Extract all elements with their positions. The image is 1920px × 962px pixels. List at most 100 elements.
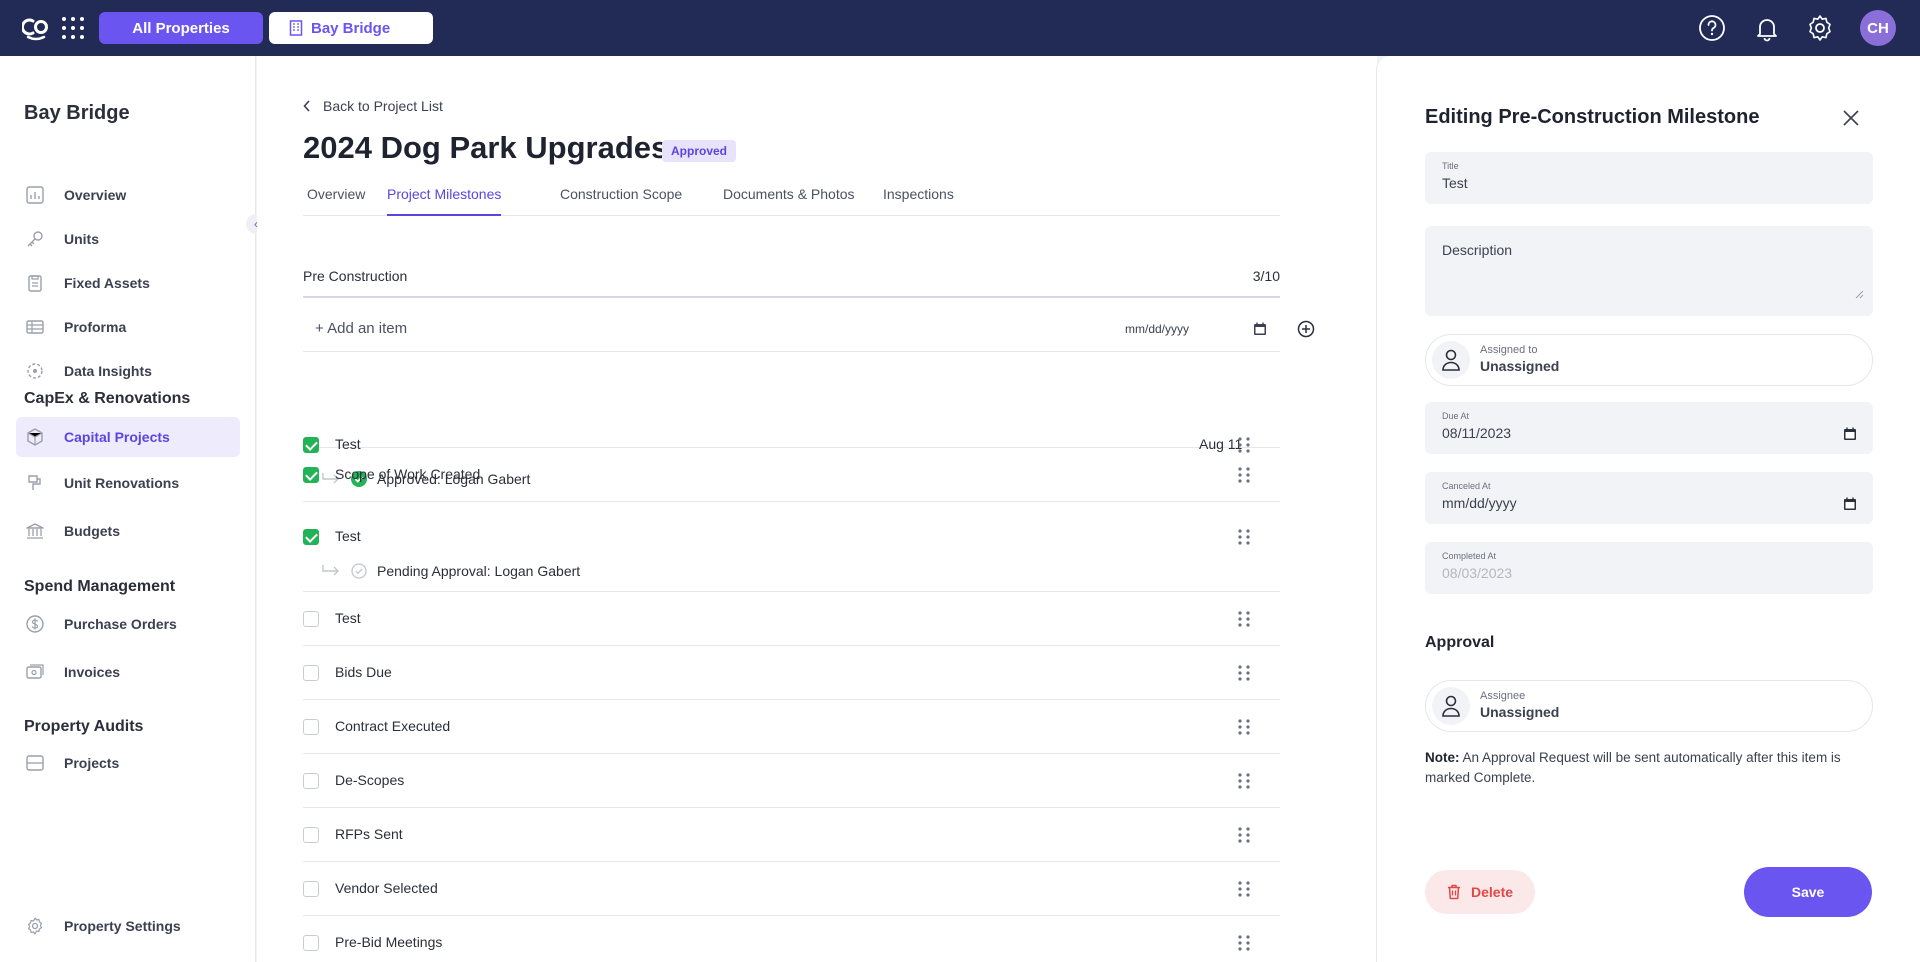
milestone-row[interactable]: Bids Due bbox=[303, 646, 1280, 700]
approval-section-title: Approval bbox=[1425, 634, 1495, 651]
milestone-checkbox[interactable] bbox=[303, 935, 319, 951]
drag-handle-icon[interactable] bbox=[1237, 466, 1251, 484]
assigned-to-selector[interactable]: Assigned to Unassigned bbox=[1425, 334, 1873, 386]
approval-assignee-selector[interactable]: Assignee Unassigned bbox=[1425, 680, 1873, 732]
sidebar-item-proforma[interactable]: Proforma bbox=[16, 307, 240, 347]
milestone-row[interactable]: RFPs Sent bbox=[303, 808, 1280, 862]
milestone-row[interactable]: Test Pending Approval: Logan Gabert bbox=[303, 502, 1280, 592]
sidebar-item-data-insights[interactable]: Data Insights bbox=[16, 351, 240, 391]
property-selector-button[interactable]: Bay Bridge bbox=[269, 12, 433, 44]
back-link[interactable]: Back to Project List bbox=[303, 98, 443, 114]
drag-handle-icon[interactable] bbox=[1237, 718, 1251, 736]
due-at-value: 08/11/2023 bbox=[1442, 425, 1512, 441]
notification-bell-icon[interactable] bbox=[1753, 14, 1781, 42]
milestone-row[interactable]: Pre-Bid Meetings bbox=[303, 916, 1280, 962]
milestone-row[interactable]: Contract Executed bbox=[303, 700, 1280, 754]
section-title: Pre Construction bbox=[303, 268, 408, 284]
help-icon[interactable] bbox=[1698, 14, 1726, 42]
tab-inspections[interactable]: Inspections bbox=[883, 186, 954, 216]
milestone-label: De-Scopes bbox=[335, 772, 405, 788]
milestone-checkbox[interactable] bbox=[303, 665, 319, 681]
milestone-label: RFPs Sent bbox=[335, 826, 403, 842]
sidebar-item-invoices[interactable]: Invoices bbox=[16, 652, 240, 692]
drag-handle-icon[interactable] bbox=[1237, 826, 1251, 844]
sidebar-item-property-settings[interactable]: Property Settings bbox=[16, 906, 240, 946]
paint-icon bbox=[28, 475, 41, 490]
drag-handle-icon[interactable] bbox=[1237, 610, 1251, 628]
settings-gear-icon[interactable] bbox=[1806, 14, 1834, 42]
sidebar-item-label: Capital Projects bbox=[64, 429, 170, 445]
tab-overview[interactable]: Overview bbox=[307, 186, 365, 216]
milestone-row[interactable]: De-Scopes bbox=[303, 754, 1280, 808]
milestone-checkbox[interactable] bbox=[303, 529, 319, 545]
main-content: Back to Project List 2024 Dog Park Upgra… bbox=[257, 56, 1377, 962]
tab-construction-scope[interactable]: Construction Scope bbox=[560, 186, 682, 216]
sidebar-item-units[interactable]: Units bbox=[16, 219, 240, 259]
sidebar-item-unit-renovations[interactable]: Unit Renovations bbox=[16, 463, 240, 503]
milestone-checkbox[interactable] bbox=[303, 827, 319, 843]
sidebar-section-capex: CapEx & Renovations bbox=[24, 390, 191, 407]
milestone-label: Pre-Bid Meetings bbox=[335, 934, 443, 950]
resize-handle-icon[interactable] bbox=[1854, 289, 1864, 299]
milestone-checkbox[interactable] bbox=[303, 467, 319, 483]
canceled-at-field[interactable]: Canceled At mm/dd/yyyy bbox=[1425, 472, 1873, 524]
sidebar-item-label: Proforma bbox=[64, 319, 127, 335]
completed-at-label: Completed At bbox=[1442, 551, 1497, 561]
assigned-to-value: Unassigned bbox=[1480, 358, 1560, 374]
description-field[interactable]: Description bbox=[1425, 226, 1873, 316]
sidebar-section-audits: Property Audits bbox=[24, 718, 144, 735]
milestone-checkbox[interactable] bbox=[303, 881, 319, 897]
delete-label: Delete bbox=[1471, 884, 1514, 900]
add-circle-icon[interactable] bbox=[1297, 320, 1315, 338]
drag-handle-icon[interactable] bbox=[1237, 664, 1251, 682]
milestone-row[interactable]: Test Aug 11 Approved: Logan Gabert bbox=[303, 352, 1280, 487]
title-field[interactable]: Title Test bbox=[1425, 152, 1873, 204]
sidebar-item-overview[interactable]: Overview bbox=[16, 175, 240, 215]
close-icon[interactable] bbox=[1841, 108, 1861, 128]
milestone-section-header: Pre Construction 3/10 bbox=[303, 268, 1280, 298]
milestone-label: Test bbox=[335, 528, 361, 544]
sidebar-item-projects[interactable]: Projects bbox=[16, 743, 240, 783]
milestone-row[interactable]: Test bbox=[303, 592, 1280, 646]
back-link-label: Back to Project List bbox=[323, 98, 443, 114]
sidebar-item-budgets[interactable]: Budgets bbox=[16, 511, 240, 551]
drag-handle-icon[interactable] bbox=[1237, 934, 1251, 952]
sidebar-item-capital-projects[interactable]: Capital Projects bbox=[16, 417, 240, 457]
milestone-row[interactable]: Scope of Work Created bbox=[303, 448, 1280, 502]
calendar-icon[interactable] bbox=[1253, 322, 1267, 336]
milestone-checkbox[interactable] bbox=[303, 773, 319, 789]
tab-project-milestones[interactable]: Project Milestones bbox=[387, 186, 502, 216]
add-item-date-input[interactable]: mm/dd/yyyy bbox=[1125, 322, 1189, 336]
user-avatar[interactable]: CH bbox=[1860, 10, 1896, 46]
tab-documents-photos[interactable]: Documents & Photos bbox=[723, 186, 855, 216]
milestone-checkbox[interactable] bbox=[303, 719, 319, 735]
app-grid-icon[interactable] bbox=[62, 17, 84, 39]
milestone-row[interactable]: Vendor Selected bbox=[303, 862, 1280, 916]
edit-milestone-panel: Editing Pre-Construction Milestone Title… bbox=[1376, 56, 1920, 962]
add-item-input[interactable]: + Add an item bbox=[315, 320, 407, 337]
due-at-field[interactable]: Due At 08/11/2023 bbox=[1425, 402, 1873, 454]
milestone-label: Vendor Selected bbox=[335, 880, 438, 896]
sidebar-item-fixed-assets[interactable]: Fixed Assets bbox=[16, 263, 240, 303]
calendar-icon[interactable] bbox=[1843, 427, 1857, 441]
clipboard-icon bbox=[28, 275, 42, 292]
save-button[interactable]: Save bbox=[1744, 867, 1872, 917]
all-properties-button[interactable]: All Properties bbox=[99, 12, 263, 44]
sidebar-item-label: Fixed Assets bbox=[64, 275, 150, 291]
sidebar-item-purchase-orders[interactable]: Purchase Orders bbox=[16, 604, 240, 644]
page-title: 2024 Dog Park Upgrades bbox=[303, 130, 669, 165]
calendar-icon[interactable] bbox=[1843, 497, 1857, 511]
sidebar-title: Bay Bridge bbox=[24, 102, 130, 124]
key-icon bbox=[27, 231, 43, 247]
milestone-checkbox[interactable] bbox=[303, 611, 319, 627]
approval-note: Note: An Approval Request will be sent a… bbox=[1425, 748, 1873, 788]
company-logo-icon[interactable] bbox=[22, 15, 50, 41]
drag-handle-icon[interactable] bbox=[1237, 528, 1251, 546]
delete-button[interactable]: Delete bbox=[1425, 870, 1535, 914]
property-name: Bay Bridge bbox=[311, 19, 391, 37]
approval-status-line: Pending Approval: Logan Gabert bbox=[321, 563, 580, 579]
drag-handle-icon[interactable] bbox=[1237, 880, 1251, 898]
invoice-icon bbox=[26, 664, 44, 679]
drag-handle-icon[interactable] bbox=[1237, 772, 1251, 790]
sidebar-item-label: Property Settings bbox=[64, 918, 181, 934]
